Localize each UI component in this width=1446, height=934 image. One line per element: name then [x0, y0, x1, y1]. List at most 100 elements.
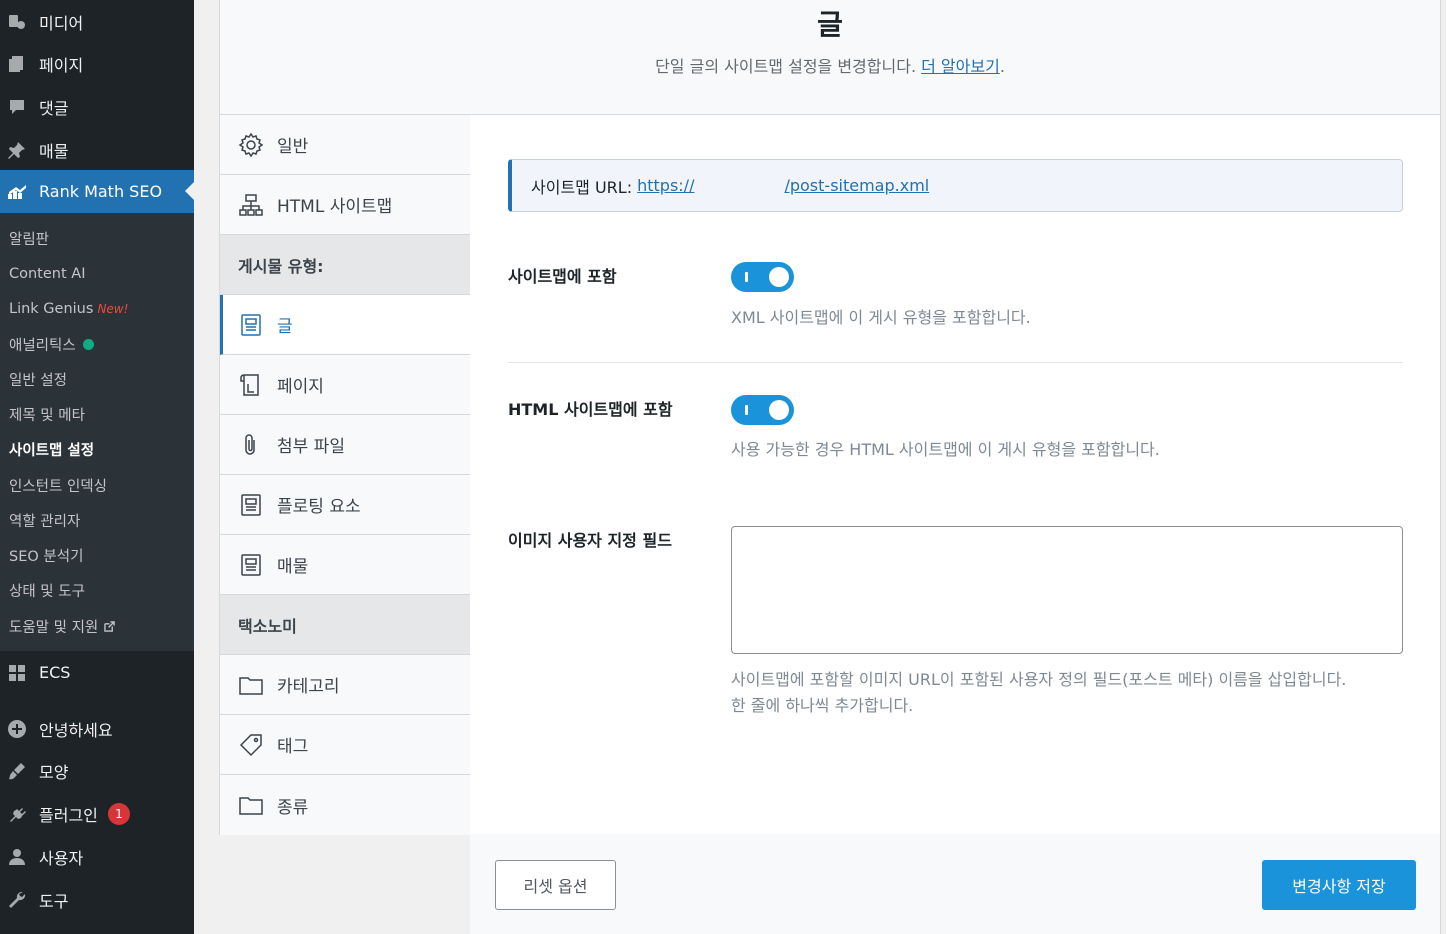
save-changes-button[interactable]: 변경사항 저장 [1262, 860, 1416, 910]
tab-general[interactable]: 일반 [220, 115, 470, 175]
image-custom-fields-input[interactable] [731, 526, 1403, 654]
gear-icon [238, 132, 264, 158]
image-fields-desc-line2: 한 줄에 하나씩 추가합니다. [731, 696, 914, 715]
brush-icon [6, 760, 28, 782]
attachment-icon [238, 432, 264, 458]
reset-options-button[interactable]: 리셋 옵션 [495, 860, 616, 910]
post-icon [238, 312, 264, 338]
divider [508, 362, 1403, 363]
tab-label: 페이지 [277, 377, 324, 397]
submenu-help-support[interactable]: 도움말 및 지원 [9, 609, 116, 643]
submenu-seo-analyzer[interactable]: SEO 분석기 [9, 538, 83, 572]
heading-label: 택소노미 [238, 616, 297, 636]
menu-item-tools[interactable]: 도구 [0, 878, 194, 921]
tab-types[interactable]: 종류 [220, 775, 470, 835]
submenu-label: 일반 설정 [9, 372, 67, 389]
folder-icon [238, 792, 264, 818]
tab-label: 첨부 파일 [277, 437, 345, 457]
image-fields-desc-line1: 사이트맵에 포함할 이미지 URL이 포함된 사용자 정의 필드(포스트 메타)… [731, 670, 1347, 689]
tab-pages[interactable]: 페이지 [220, 355, 470, 415]
grid-icon [6, 662, 28, 684]
menu-item-media[interactable]: 미디어 [0, 0, 194, 43]
menu-item-ecs[interactable]: ECS [0, 651, 194, 694]
heading-label: 게시물 유형: [238, 256, 324, 276]
tab-floating-elements[interactable]: 플로팅 요소 [220, 475, 470, 535]
tab-listings[interactable]: 매물 [220, 535, 470, 595]
menu-item-plugins[interactable]: 플러그인 1 [0, 792, 194, 835]
settings-tabs: 일반 HTML 사이트맵 게시물 유형: 글 페이지 첨부 파일 플로팅 요소 … [219, 115, 471, 835]
menu-item-hello[interactable]: 안녕하세요 [0, 707, 194, 750]
submenu-label: 제목 및 메타 [9, 407, 85, 424]
rank-math-icon [6, 181, 28, 203]
taxonomies-heading: 택소노미 [220, 595, 470, 655]
tab-label: 글 [277, 317, 293, 337]
page-title: 글 [817, 8, 843, 41]
sitemap-url-link[interactable]: https:// /post-sitemap.xml [637, 176, 929, 195]
tab-categories[interactable]: 카테고리 [220, 655, 470, 715]
menu-label: 미디어 [39, 13, 84, 33]
submenu-label: Link Genius [9, 301, 94, 317]
toggle-knob [769, 267, 789, 287]
toggle-on-mark [745, 405, 748, 415]
pin-icon [6, 139, 28, 161]
toggle-knob [769, 400, 789, 420]
settings-footer: 리셋 옵션 변경사항 저장 [470, 834, 1441, 934]
menu-label: 사용자 [39, 848, 84, 868]
toggle-on-mark [745, 272, 748, 282]
submenu-link-genius[interactable]: Link Genius New! [9, 292, 128, 326]
submenu-label: 인스턴트 인덱싱 [9, 478, 107, 495]
submenu-general-settings[interactable]: 일반 설정 [9, 362, 67, 396]
include-sitemap-desc: XML 사이트맵에 이 게시 유형을 포함합니다. [731, 308, 1031, 327]
tab-posts[interactable]: 글 [220, 295, 471, 355]
plus-circle-icon [6, 718, 28, 740]
menu-item-rank-math[interactable]: Rank Math SEO [0, 170, 194, 213]
description-period: . [999, 57, 1005, 76]
status-dot-icon [82, 338, 94, 350]
include-sitemap-toggle[interactable] [731, 262, 794, 292]
update-count-badge: 1 [107, 802, 130, 825]
submenu-label: 도움말 및 지원 [9, 619, 99, 636]
sitemap-url-notice: 사이트맵 URL: https:// /post-sitemap.xml [508, 159, 1403, 212]
menu-label: Rank Math SEO [39, 182, 163, 201]
external-link-icon [104, 620, 116, 632]
menu-label: 댓글 [39, 98, 69, 118]
menu-item-appearance[interactable]: 모양 [0, 749, 194, 792]
description-text: 단일 글의 사이트맵 설정을 변경합니다. [655, 57, 917, 76]
include-html-desc: 사용 가능한 경우 HTML 사이트맵에 이 게시 유형을 포함합니다. [731, 440, 1160, 459]
menu-item-listings[interactable]: 매물 [0, 128, 194, 171]
url-start: https:// [637, 176, 695, 195]
page-edge [1441, 0, 1446, 934]
new-tag: New! [97, 302, 129, 316]
include-html-toggle[interactable] [731, 395, 794, 425]
include-sitemap-label: 사이트맵에 포함 [508, 267, 617, 286]
learn-more-link[interactable]: 더 알아보기 [921, 57, 1000, 76]
page-icon [238, 372, 264, 398]
image-fields-desc: 사이트맵에 포함할 이미지 URL이 포함된 사용자 정의 필드(포스트 메타)… [731, 667, 1346, 719]
submenu-instant-indexing[interactable]: 인스턴트 인덱싱 [9, 468, 107, 502]
include-html-label: HTML 사이트맵에 포함 [508, 400, 673, 419]
sitemap-icon [238, 192, 264, 218]
submenu-dashboard[interactable]: 알림판 [9, 221, 49, 255]
tab-label: HTML 사이트맵 [277, 197, 393, 217]
comments-icon [6, 96, 28, 118]
submenu-label: 상태 및 도구 [9, 583, 85, 600]
tab-attachments[interactable]: 첨부 파일 [220, 415, 470, 475]
menu-item-users[interactable]: 사용자 [0, 835, 194, 878]
submenu-content-ai[interactable]: Content AI [9, 257, 85, 291]
tab-html-sitemap[interactable]: HTML 사이트맵 [220, 175, 470, 235]
tab-tags[interactable]: 태그 [220, 715, 470, 775]
document-icon [238, 492, 264, 518]
submenu-titles-meta[interactable]: 제목 및 메타 [9, 397, 85, 431]
menu-label: 모양 [39, 762, 69, 782]
tab-label: 플로팅 요소 [277, 497, 361, 517]
submenu-analytics[interactable]: 애널리틱스 [9, 327, 94, 361]
submenu-status-tools[interactable]: 상태 및 도구 [9, 573, 85, 607]
menu-label: ECS [39, 663, 71, 682]
submenu-role-manager[interactable]: 역할 관리자 [9, 503, 80, 537]
menu-item-pages[interactable]: 페이지 [0, 42, 194, 85]
sitemap-url-label: 사이트맵 URL: [531, 177, 633, 197]
menu-item-comments[interactable]: 댓글 [0, 85, 194, 128]
menu-label: 안녕하세요 [39, 720, 113, 740]
submenu-sitemap-settings[interactable]: 사이트맵 설정 [9, 432, 94, 466]
tab-label: 태그 [277, 737, 309, 757]
